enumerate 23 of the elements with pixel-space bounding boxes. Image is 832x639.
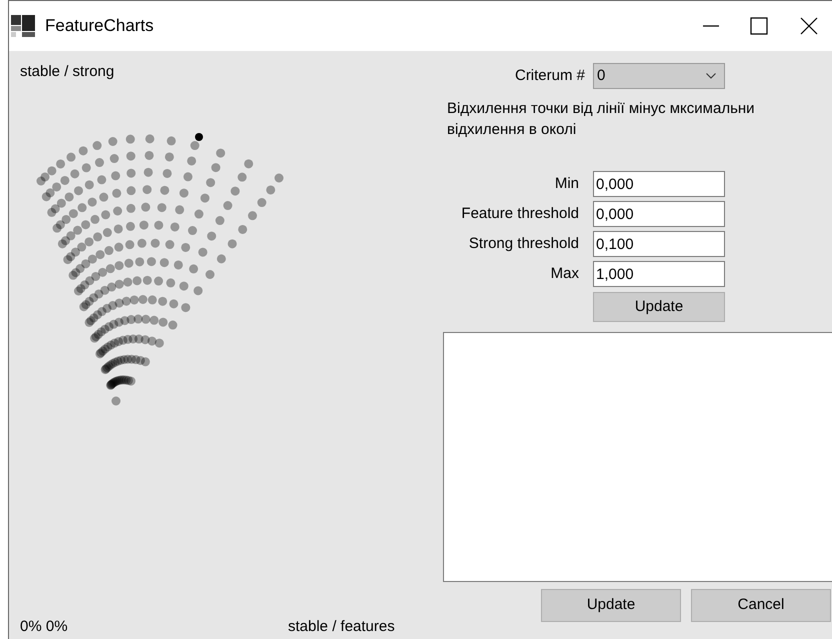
axis-label: stable / strong — [20, 62, 114, 82]
chevron-down-icon — [706, 73, 716, 79]
axis-label: stable / features — [288, 616, 395, 636]
update-button[interactable]: Update — [541, 589, 681, 622]
app-icon — [11, 15, 35, 37]
criterion-dropdown[interactable]: 0 — [593, 63, 725, 89]
cursor-position: 0% 0% — [20, 616, 69, 636]
input-field[interactable]: 1,000 — [593, 261, 725, 287]
field-label: Strong threshold — [468, 234, 579, 254]
criterion-label: Criterum # — [514, 66, 585, 86]
cancel-button[interactable]: Cancel — [691, 589, 831, 622]
close-icon — [800, 17, 818, 35]
minimize-icon — [702, 25, 720, 27]
input-field[interactable]: 0,100 — [593, 231, 725, 257]
criterion-description: Відхилення точки від лінії мінус мксимальни відхилення в околі — [447, 99, 756, 140]
window-title: FeatureCharts — [45, 15, 154, 38]
field-label: Min — [554, 174, 579, 194]
field-label: Feature threshold — [460, 204, 579, 224]
input-field[interactable]: 0,000 — [593, 201, 725, 227]
update-button[interactable]: Update — [593, 292, 725, 322]
input-field[interactable]: 0,000 — [593, 171, 725, 197]
field-label: Max — [550, 264, 579, 284]
maximize-icon — [750, 17, 768, 35]
